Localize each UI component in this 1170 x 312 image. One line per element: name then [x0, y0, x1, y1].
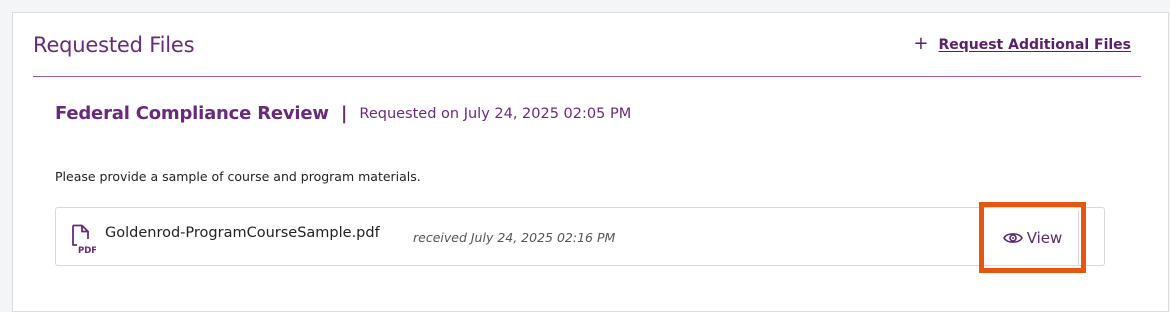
request-title: Federal Compliance Review: [55, 103, 329, 124]
file-row: PDF Goldenrod-ProgramCourseSample.pdf re…: [55, 207, 1105, 266]
request-additional-files-label: Request Additional Files: [938, 37, 1131, 53]
section-title: Requested Files: [33, 33, 195, 57]
highlight-annotation-box: [979, 202, 1086, 273]
pdf-icon-label: PDF: [78, 246, 96, 254]
request-additional-files-link[interactable]: + Request Additional Files: [913, 33, 1131, 54]
request-header: Federal Compliance Review | Requested on…: [55, 103, 1085, 124]
requested-on-date: Requested on July 24, 2025 02:05 PM: [359, 105, 632, 122]
plus-icon: +: [913, 33, 929, 54]
card-header: Requested Files + Request Additional Fil…: [33, 13, 1141, 77]
file-name: Goldenrod-ProgramCourseSample.pdf: [105, 225, 380, 241]
request-title-row: Federal Compliance Review | Requested on…: [55, 103, 1085, 124]
received-timestamp: received July 24, 2025 02:16 PM: [413, 230, 616, 245]
pdf-file-icon: PDF: [70, 224, 97, 256]
request-description: Please provide a sample of course and pr…: [55, 169, 421, 184]
title-separator: |: [340, 103, 348, 124]
